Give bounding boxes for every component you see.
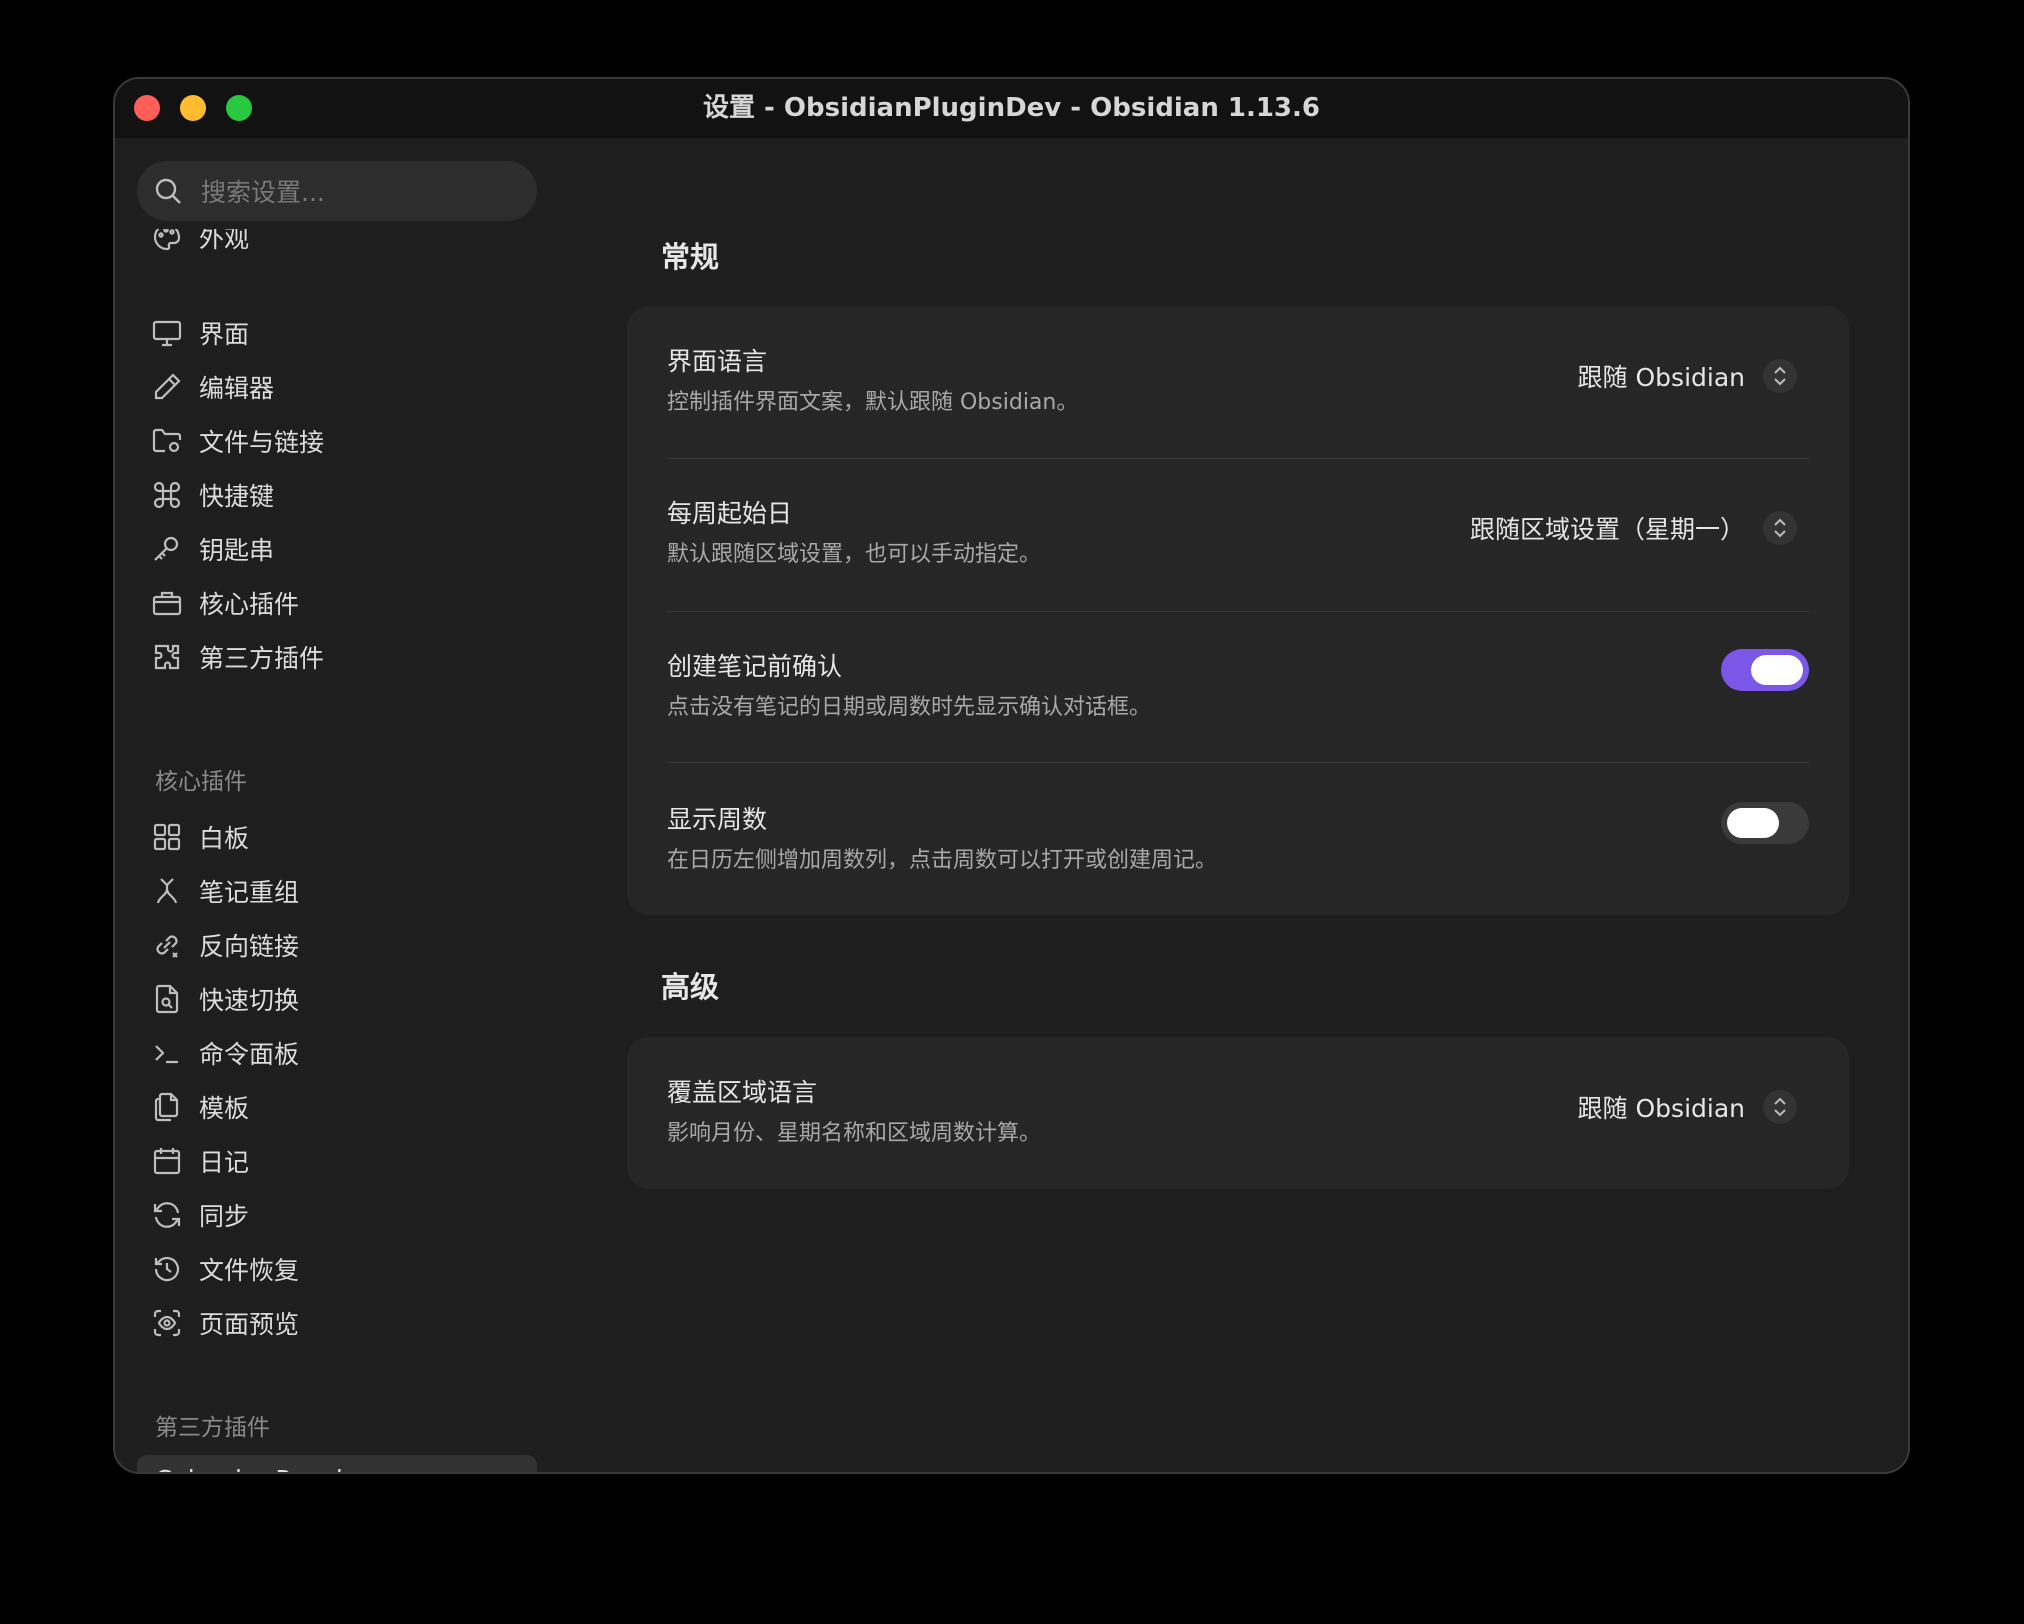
community-plugins-group-title: 第三方插件 (155, 1415, 270, 1441)
setting-name: 覆盖区域语言 (667, 1078, 818, 1107)
key-icon (151, 533, 183, 565)
sidebar-item-label: 同步 (199, 1202, 250, 1231)
files-icon (151, 1091, 183, 1123)
sidebar-item-editor[interactable]: 编辑器 (137, 361, 537, 413)
row-divider (667, 611, 1809, 612)
sidebar-item-file-recovery[interactable]: 文件恢复 (137, 1243, 537, 1295)
sidebar-item-label: 模板 (199, 1094, 250, 1123)
title-bar: 设置 - ObsidianPluginDev - Obsidian 1.13.6 (115, 79, 1908, 138)
settings-window: 设置 - ObsidianPluginDev - Obsidian 1.13.6… (113, 77, 1910, 1474)
setting-description: 控制插件界面文案，默认跟随 Obsidian。 (667, 390, 1079, 415)
sidebar-item-core-plugins[interactable]: 核心插件 (137, 577, 537, 629)
settings-card-advanced: 覆盖区域语言 影响月份、星期名称和区域周数计算。 跟随 Obsidian (627, 1037, 1849, 1189)
setting-row-confirm-create: 创建笔记前确认 点击没有笔记的日期或周数时先显示确认对话框。 (667, 647, 1809, 737)
sidebar-item-hotkeys[interactable]: 快捷键 (137, 469, 537, 521)
core-plugins-group-title: 核心插件 (155, 769, 247, 795)
row-divider (667, 458, 1809, 459)
monitor-icon (151, 317, 183, 349)
sidebar-item-label: 文件恢复 (199, 1256, 300, 1285)
file-search-icon (151, 983, 183, 1015)
setting-row-ui-language: 界面语言 控制插件界面文案，默认跟随 Obsidian。 跟随 Obsidian (667, 342, 1809, 432)
sidebar-item-label: 核心插件 (199, 590, 300, 619)
pencil-icon (151, 371, 183, 403)
toggle-knob (1751, 655, 1803, 685)
sidebar-item-interface[interactable]: 界面 (137, 307, 537, 359)
section-title-advanced: 高级 (661, 970, 720, 1004)
briefcase-icon (151, 587, 183, 619)
calendar-icon (151, 1145, 183, 1177)
sidebar-item-page-preview[interactable]: 页面预览 (137, 1297, 537, 1349)
sidebar-item-label: 白板 (199, 824, 250, 853)
scan-eye-icon (151, 1307, 183, 1339)
sidebar-item-canvas[interactable]: 白板 (137, 811, 537, 863)
show-week-numbers-toggle[interactable] (1721, 802, 1809, 844)
settings-search[interactable] (137, 161, 537, 223)
section-title-general: 常规 (661, 240, 720, 274)
toggle-knob (1727, 808, 1779, 838)
sidebar-item-label: 第三方插件 (199, 644, 325, 673)
sidebar-item-quick-switcher[interactable]: 快速切换 (137, 973, 537, 1025)
setting-row-week-start: 每周起始日 默认跟随区域设置，也可以手动指定。 跟随区域设置（星期一） (667, 494, 1809, 584)
confirm-create-toggle[interactable] (1721, 649, 1809, 691)
puzzle-icon (151, 641, 183, 673)
setting-name: 每周起始日 (667, 499, 793, 528)
select-value: 跟随 Obsidian (1577, 1094, 1745, 1123)
palette-icon (151, 229, 183, 253)
chevron-up-down-icon (1763, 511, 1797, 545)
command-icon (151, 479, 183, 511)
chevron-up-down-icon (1763, 359, 1797, 393)
select-value: 跟随 Obsidian (1577, 363, 1745, 392)
setting-description: 影响月份、星期名称和区域周数计算。 (667, 1121, 1042, 1146)
merge-icon (151, 875, 183, 907)
sidebar-item-files-links[interactable]: 文件与链接 (137, 415, 537, 467)
chevron-up-down-icon (1763, 1090, 1797, 1124)
week-start-select[interactable]: 跟随区域设置（星期一） (1470, 508, 1797, 548)
setting-description: 在日历左侧增加周数列，点击周数可以打开或创建周记。 (667, 848, 1218, 873)
sidebar-item-label: 文件与链接 (199, 428, 325, 457)
setting-name: 创建笔记前确认 (667, 652, 843, 681)
sidebar-item-label: 界面 (199, 320, 250, 349)
history-icon (151, 1253, 183, 1285)
sidebar-item-label: 反向链接 (199, 932, 300, 961)
terminal-icon (151, 1037, 183, 1069)
sidebar-item-daily-notes[interactable]: 日记 (137, 1135, 537, 1187)
setting-row-override-locale: 覆盖区域语言 影响月份、星期名称和区域周数计算。 跟随 Obsidian (667, 1073, 1809, 1163)
sidebar-item-calendar-panel[interactable]: Calendar Panel (137, 1455, 537, 1472)
setting-name: 界面语言 (667, 347, 768, 376)
sidebar-item-label: 笔记重组 (199, 878, 300, 907)
sidebar-item-templates[interactable]: 模板 (137, 1081, 537, 1133)
settings-sidebar: 外观 界面 编辑器 文件与链接 快捷键 钥匙串 核心插件 第三方插件 核心插件 … (115, 137, 555, 1472)
search-icon (153, 176, 183, 206)
sidebar-item-label: 命令面板 (199, 1040, 300, 1069)
link-icon (151, 929, 183, 961)
sidebar-item-label: 外观 (199, 229, 250, 253)
sidebar-item-keychain[interactable]: 钥匙串 (137, 523, 537, 575)
sidebar-item-label: 页面预览 (199, 1310, 300, 1339)
override-locale-select[interactable]: 跟随 Obsidian (1578, 1087, 1797, 1127)
setting-description: 默认跟随区域设置，也可以手动指定。 (667, 542, 1042, 567)
sidebar-item-sync[interactable]: 同步 (137, 1189, 537, 1241)
sidebar-item-label: 钥匙串 (199, 536, 275, 565)
refresh-icon (151, 1199, 183, 1231)
search-input[interactable] (199, 161, 523, 223)
sidebar-item-backlinks[interactable]: 反向链接 (137, 919, 537, 971)
settings-card-general: 界面语言 控制插件界面文案，默认跟随 Obsidian。 跟随 Obsidian… (627, 306, 1849, 915)
sidebar-item-command-palette[interactable]: 命令面板 (137, 1027, 537, 1079)
select-value: 跟随区域设置（星期一） (1469, 515, 1745, 544)
sidebar-item-note-composer[interactable]: 笔记重组 (137, 865, 537, 917)
window-title: 设置 - ObsidianPluginDev - Obsidian 1.13.6 (703, 93, 1320, 123)
setting-description: 点击没有笔记的日期或周数时先显示确认对话框。 (667, 695, 1152, 720)
setting-name: 显示周数 (667, 805, 768, 834)
sidebar-item-label: 快捷键 (199, 482, 275, 511)
sidebar-item-label: 日记 (199, 1148, 250, 1177)
sidebar-item-label: 编辑器 (199, 374, 275, 403)
setting-row-show-week-numbers: 显示周数 在日历左侧增加周数列，点击周数可以打开或创建周记。 (667, 800, 1809, 890)
row-divider (667, 762, 1809, 763)
ui-language-select[interactable]: 跟随 Obsidian (1578, 356, 1797, 396)
sidebar-item-label: 快速切换 (199, 986, 300, 1015)
grid-icon (151, 821, 183, 853)
sidebar-item-community-plugins[interactable]: 第三方插件 (137, 631, 537, 683)
folder-cog-icon (151, 425, 183, 457)
sidebar-item-appearance[interactable]: 外观 (137, 229, 537, 263)
